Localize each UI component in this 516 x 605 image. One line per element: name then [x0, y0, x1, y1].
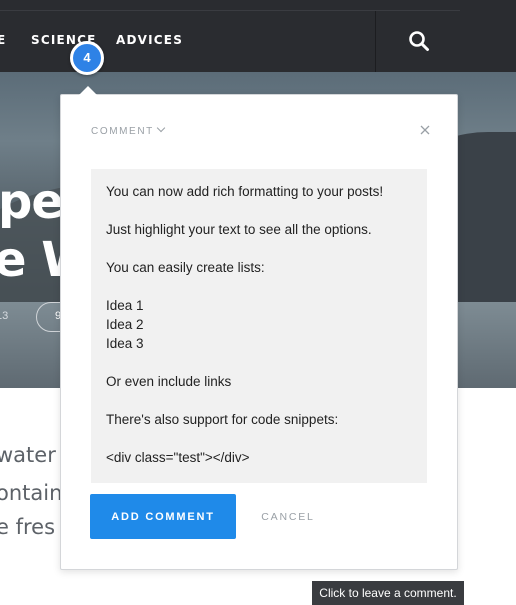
editor-paragraph: You can now add rich formatting to your … [106, 184, 384, 199]
editor-paragraph: There's also support for code snippets: [106, 412, 339, 427]
tooltip: Click to leave a comment. [312, 581, 464, 605]
search-button[interactable] [408, 30, 430, 52]
nav-item-advices[interactable]: ADVICES [116, 33, 183, 47]
editor-list-item: Idea 2 [106, 317, 144, 332]
editor-list-item: Idea 3 [106, 336, 144, 351]
cancel-button[interactable]: CANCEL [257, 494, 319, 539]
close-icon [420, 125, 430, 135]
editor-code-snippet: <div class="test"></div> [106, 450, 250, 465]
comment-type-label: COMMENT [91, 126, 154, 137]
nav-item-partial[interactable]: E [0, 33, 6, 47]
body-text-line: e fres [0, 515, 56, 539]
step-badge: 4 [70, 41, 104, 75]
body-text-line: water [0, 443, 56, 467]
editor-paragraph: Or even include links [106, 374, 232, 389]
comment-popup: COMMENT You can now add rich formatting … [60, 94, 458, 570]
popup-pointer [79, 86, 97, 95]
editor-list: Idea 1 Idea 2 Idea 3 [106, 296, 412, 353]
editor-list-item: Idea 1 [106, 298, 144, 313]
nav-divider [375, 11, 376, 72]
hero-meta-count: 13 [0, 310, 9, 322]
comment-type-dropdown[interactable]: COMMENT [91, 123, 166, 137]
comment-editor[interactable]: You can now add rich formatting to your … [91, 169, 427, 483]
add-comment-button[interactable]: ADD COMMENT [90, 494, 236, 539]
close-button[interactable] [419, 123, 431, 135]
editor-paragraph: You can easily create lists: [106, 260, 265, 275]
chevron-down-icon [156, 123, 166, 133]
nav-divider-line [0, 10, 460, 11]
editor-paragraph: Just highlight your text to see all the … [106, 222, 372, 237]
search-icon [409, 31, 429, 51]
